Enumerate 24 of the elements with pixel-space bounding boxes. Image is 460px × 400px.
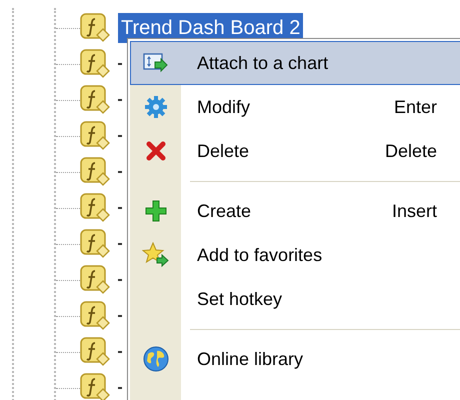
menu-item[interactable]: Attach to a chart xyxy=(130,41,460,85)
menu-item[interactable]: Create Insert xyxy=(130,189,460,233)
star-arrow-icon xyxy=(142,242,170,268)
function-icon xyxy=(80,121,110,151)
menu-item[interactable]: Add to favorites xyxy=(130,233,460,277)
function-icon xyxy=(80,229,110,259)
function-icon xyxy=(80,301,110,331)
gear-icon xyxy=(144,95,168,119)
menu-item[interactable]: Online library xyxy=(130,337,460,381)
function-icon xyxy=(80,49,110,79)
menu-item[interactable]: Delete Delete xyxy=(130,129,460,173)
globe-icon xyxy=(143,346,169,372)
menu-item[interactable]: Modify Enter xyxy=(130,85,460,129)
function-icon xyxy=(80,265,110,295)
function-icon xyxy=(80,85,110,115)
function-icon xyxy=(80,13,110,43)
chart-arrow-icon xyxy=(143,52,169,74)
function-icon xyxy=(80,337,110,367)
plus-icon xyxy=(145,200,167,222)
function-icon xyxy=(80,193,110,223)
function-icon xyxy=(80,157,110,187)
menu-item[interactable]: Set hotkey xyxy=(130,277,460,321)
function-icon xyxy=(80,373,110,400)
delete-x-icon xyxy=(146,141,166,161)
